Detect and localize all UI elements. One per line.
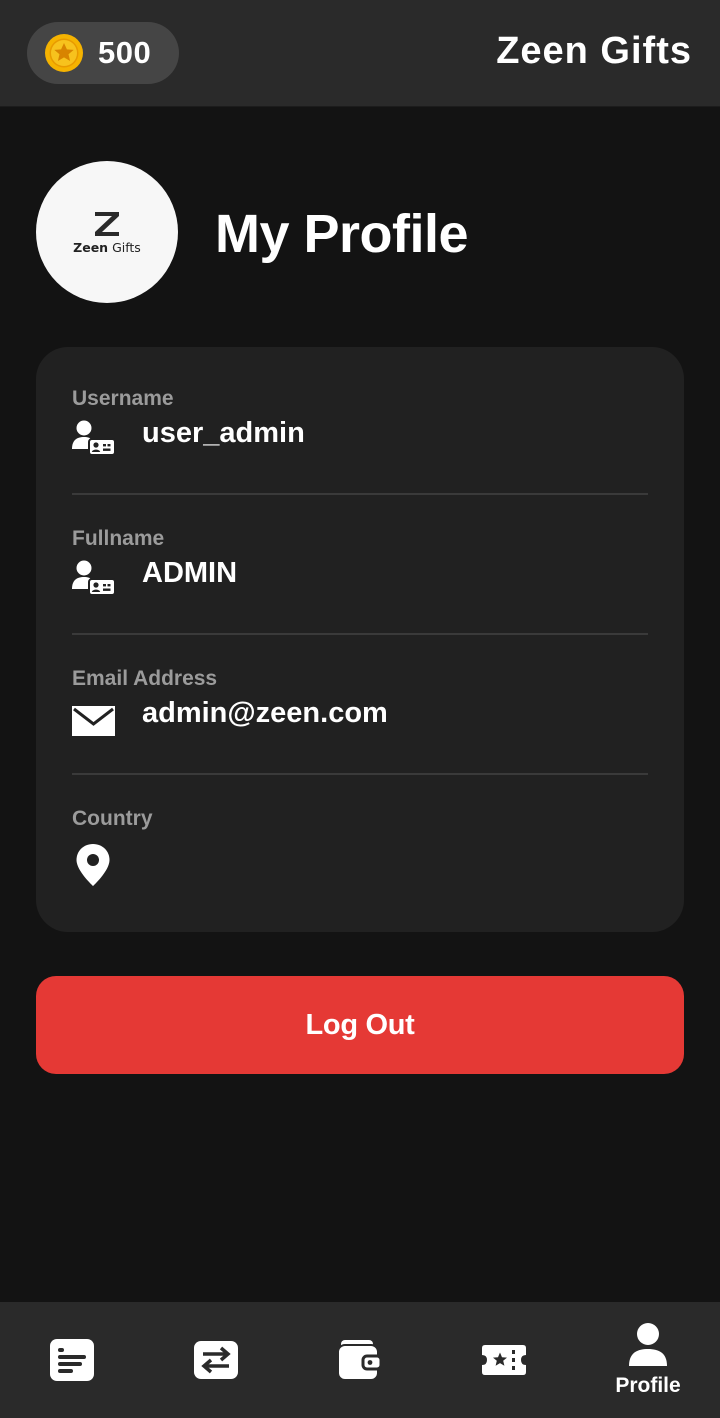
- app-title: Zeen Gifts: [496, 30, 692, 72]
- field-label: Country: [72, 807, 153, 830]
- nav-item-profile[interactable]: Profile: [576, 1302, 720, 1418]
- wallet-icon: [337, 1340, 383, 1381]
- nav-item-tickets[interactable]: [432, 1302, 576, 1418]
- email-value: admin@zeen.com: [142, 697, 388, 729]
- field-label: Email Address: [72, 667, 218, 690]
- person-icon: [629, 1323, 667, 1366]
- nav-label-profile: Profile: [615, 1374, 681, 1397]
- zeen-logo-icon: [95, 211, 119, 236]
- page-title: My Profile: [215, 204, 469, 264]
- list-icon: [50, 1339, 94, 1381]
- nav-item-wallet[interactable]: [288, 1302, 432, 1418]
- divider: [72, 633, 648, 635]
- logout-button[interactable]: Log Out: [36, 976, 684, 1074]
- avatar-logo-text: Zeen Gifts: [73, 239, 141, 255]
- field-username: Username user_admin: [72, 387, 648, 467]
- field-email: Email Address admin@zeen.com: [72, 667, 648, 747]
- transfer-arrows-icon: [194, 1341, 238, 1379]
- field-fullname: Fullname ADMIN: [72, 527, 648, 607]
- profile-info-card: Username user_admin Fullname ADMIN Email…: [36, 347, 684, 932]
- user-id-card-icon: [72, 419, 116, 463]
- bottom-nav: Profile: [0, 1302, 720, 1418]
- field-label: Fullname: [72, 527, 165, 550]
- nav-item-list[interactable]: [0, 1302, 144, 1418]
- divider: [72, 493, 648, 495]
- star-coin-icon: [45, 34, 83, 72]
- field-label: Username: [72, 387, 174, 410]
- envelope-icon: [72, 699, 116, 743]
- nav-item-transfer[interactable]: [144, 1302, 288, 1418]
- ticket-star-icon: [482, 1345, 526, 1375]
- user-id-card-icon: [72, 559, 116, 603]
- username-value: user_admin: [142, 417, 305, 449]
- coin-balance[interactable]: 500: [27, 22, 179, 84]
- divider: [72, 773, 648, 775]
- coin-count: 500: [98, 35, 152, 70]
- fullname-value: ADMIN: [142, 557, 238, 589]
- field-country: Country: [72, 807, 648, 897]
- location-pin-icon: [72, 843, 116, 887]
- avatar[interactable]: Zeen Gifts: [36, 161, 178, 303]
- top-bar: 500 Zeen Gifts: [0, 0, 720, 107]
